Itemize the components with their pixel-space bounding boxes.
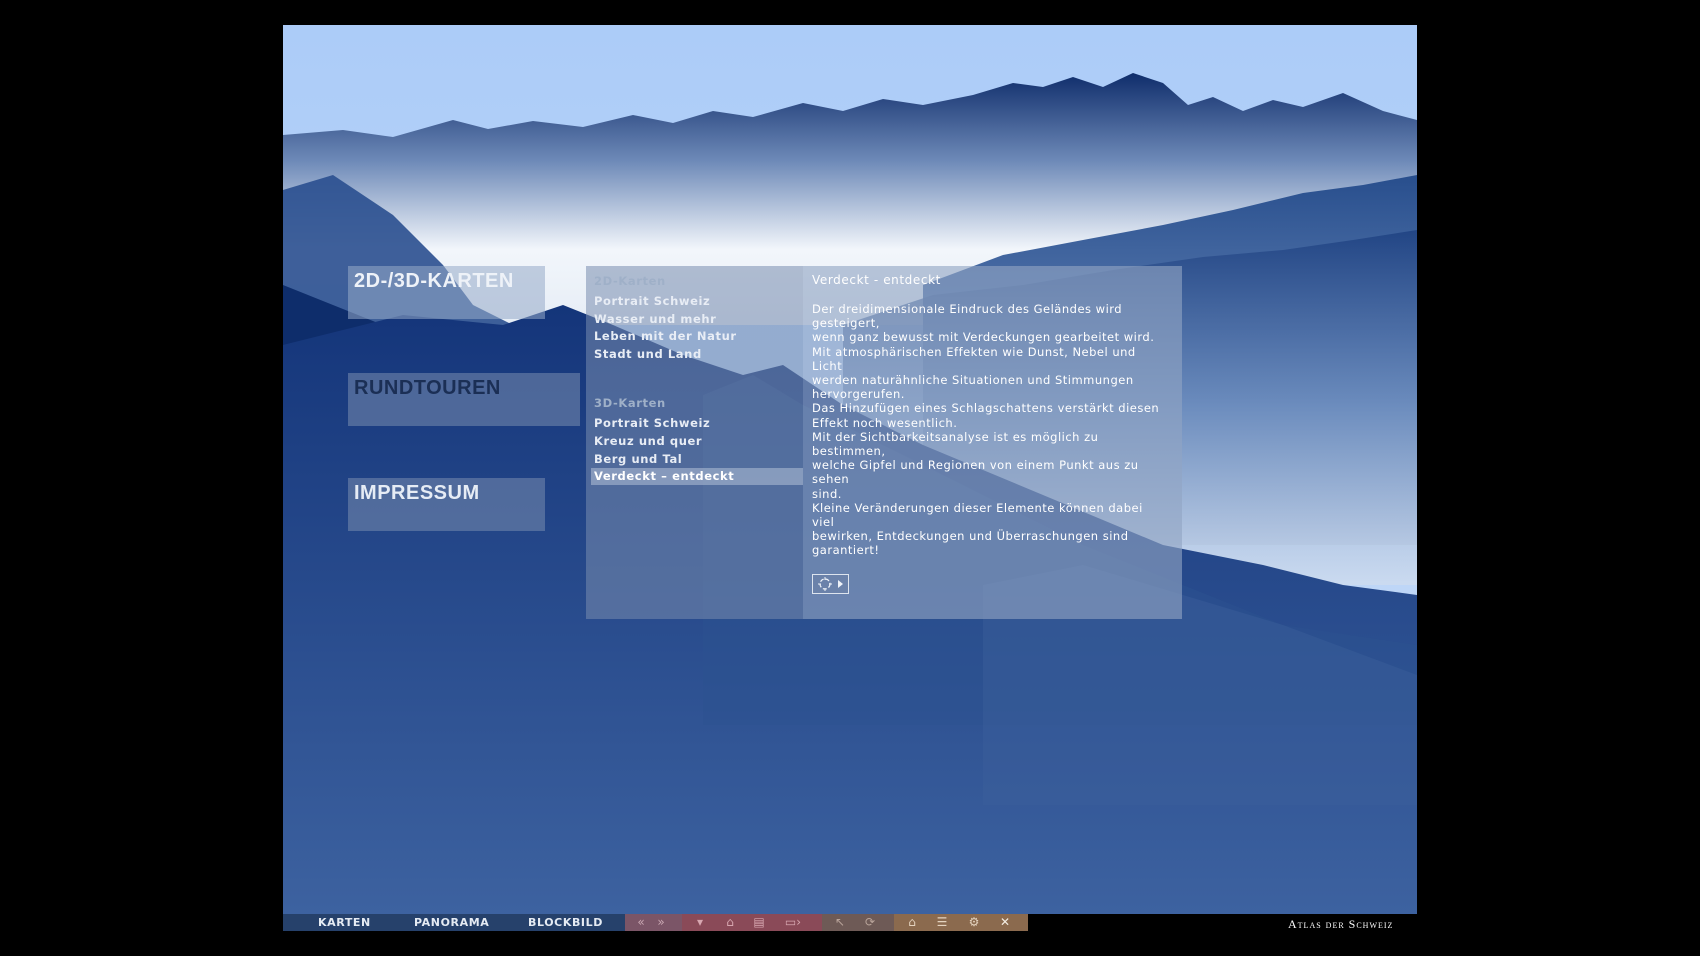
nav-rundtouren[interactable]: RUNDTOUREN	[348, 373, 580, 426]
print-icon[interactable]: ▤	[746, 914, 772, 931]
lock-icon[interactable]: ⌂	[717, 914, 743, 931]
export-icon[interactable]: ▭›	[775, 914, 811, 931]
nav-2d-3d-karten-label: 2D-/3D-KARTEN	[354, 270, 514, 292]
menu-item-leben-mit-der-natur[interactable]: Leben mit der Natur	[594, 329, 737, 343]
description-line: garantiert!	[812, 543, 880, 558]
section-2d-karten: 2D-Karten	[594, 274, 666, 288]
menu-item-stadt-und-land[interactable]: Stadt und Land	[594, 347, 702, 361]
settings-icon[interactable]: ⚙	[959, 914, 989, 931]
description-text: Der dreidimensionale Eindruck des Geländ…	[812, 302, 1167, 558]
description-line: welche Gipfel und Regionen von einem Pun…	[812, 458, 1139, 487]
description-line: Mit atmosphärischen Effekten wie Dunst, …	[812, 344, 1136, 373]
description-line: Mit der Sichtbarkeitsanalyse ist es mögl…	[812, 429, 1099, 459]
menu-item-berg-und-tal[interactable]: Berg und Tal	[594, 452, 682, 466]
nav-rundtouren-label: RUNDTOUREN	[354, 377, 501, 399]
main-viewport: 2D-/3D-KARTEN RUNDTOUREN IMPRESSUM 2D-Ka…	[283, 25, 1417, 914]
rotate-play-icon	[818, 577, 843, 591]
menu-item-2d-portrait-schweiz[interactable]: Portrait Schweiz	[594, 294, 710, 308]
description-pane: Verdeckt - entdeckt Der dreidimensionale…	[803, 266, 1182, 619]
menu-item-verdeckt-entdeckt[interactable]: Verdeckt – entdeckt	[591, 468, 803, 485]
back-icon[interactable]: «	[631, 914, 651, 931]
description-line: wenn ganz bewusst mit Verdeckungen gearb…	[812, 330, 1155, 345]
tab-panorama[interactable]: PANORAMA	[414, 916, 489, 929]
description-line: Kleine Veränderungen dieser Elemente kön…	[812, 500, 1143, 530]
content-panel: 2D-Karten Portrait Schweiz Wasser und me…	[586, 266, 1182, 619]
nav-impressum[interactable]: IMPRESSUM	[348, 478, 545, 531]
bottom-toolbar: KARTEN PANORAMA BLOCKBILD « » ▾ ⌂ ▤ ▭› ↖…	[283, 914, 1417, 931]
list-icon[interactable]: ☰	[929, 914, 955, 931]
nav-impressum-label: IMPRESSUM	[354, 482, 480, 504]
description-title: Verdeckt - entdeckt	[812, 273, 941, 287]
map-menu: 2D-Karten Portrait Schweiz Wasser und me…	[586, 266, 803, 619]
forward-icon[interactable]: »	[651, 914, 671, 931]
rotate-play-button[interactable]	[812, 574, 849, 594]
description-line: Das Hinzufügen eines Schlagschattens ver…	[812, 401, 1160, 416]
legend-icon[interactable]: ▾	[687, 914, 713, 931]
close-icon[interactable]: ✕	[992, 914, 1018, 931]
description-line: Der dreidimensionale Eindruck des Geländ…	[812, 302, 1123, 331]
brand-logo: Atlas der Schweiz	[1288, 917, 1394, 931]
home-icon[interactable]: ⌂	[899, 914, 925, 931]
description-line: werden naturähnliche Situationen und Sti…	[812, 373, 1134, 388]
rotate-icon[interactable]: ⟳	[857, 914, 883, 931]
description-line: bewirken, Entdeckungen und Überraschunge…	[812, 529, 1129, 544]
description-line: hervorgerufen.	[812, 387, 905, 402]
section-3d-karten: 3D-Karten	[594, 396, 666, 410]
description-line: Effekt noch wesentlich.	[812, 415, 958, 430]
description-line: sind.	[812, 486, 842, 501]
menu-item-3d-portrait-schweiz[interactable]: Portrait Schweiz	[594, 416, 710, 430]
nav-2d-3d-karten[interactable]: 2D-/3D-KARTEN	[348, 266, 545, 319]
tab-blockbild[interactable]: BLOCKBILD	[528, 916, 603, 929]
menu-item-wasser-und-mehr[interactable]: Wasser und mehr	[594, 312, 716, 326]
tab-karten[interactable]: KARTEN	[318, 916, 371, 929]
menu-item-kreuz-und-quer[interactable]: Kreuz und quer	[594, 434, 702, 448]
pointer-icon[interactable]: ↖	[827, 914, 853, 931]
